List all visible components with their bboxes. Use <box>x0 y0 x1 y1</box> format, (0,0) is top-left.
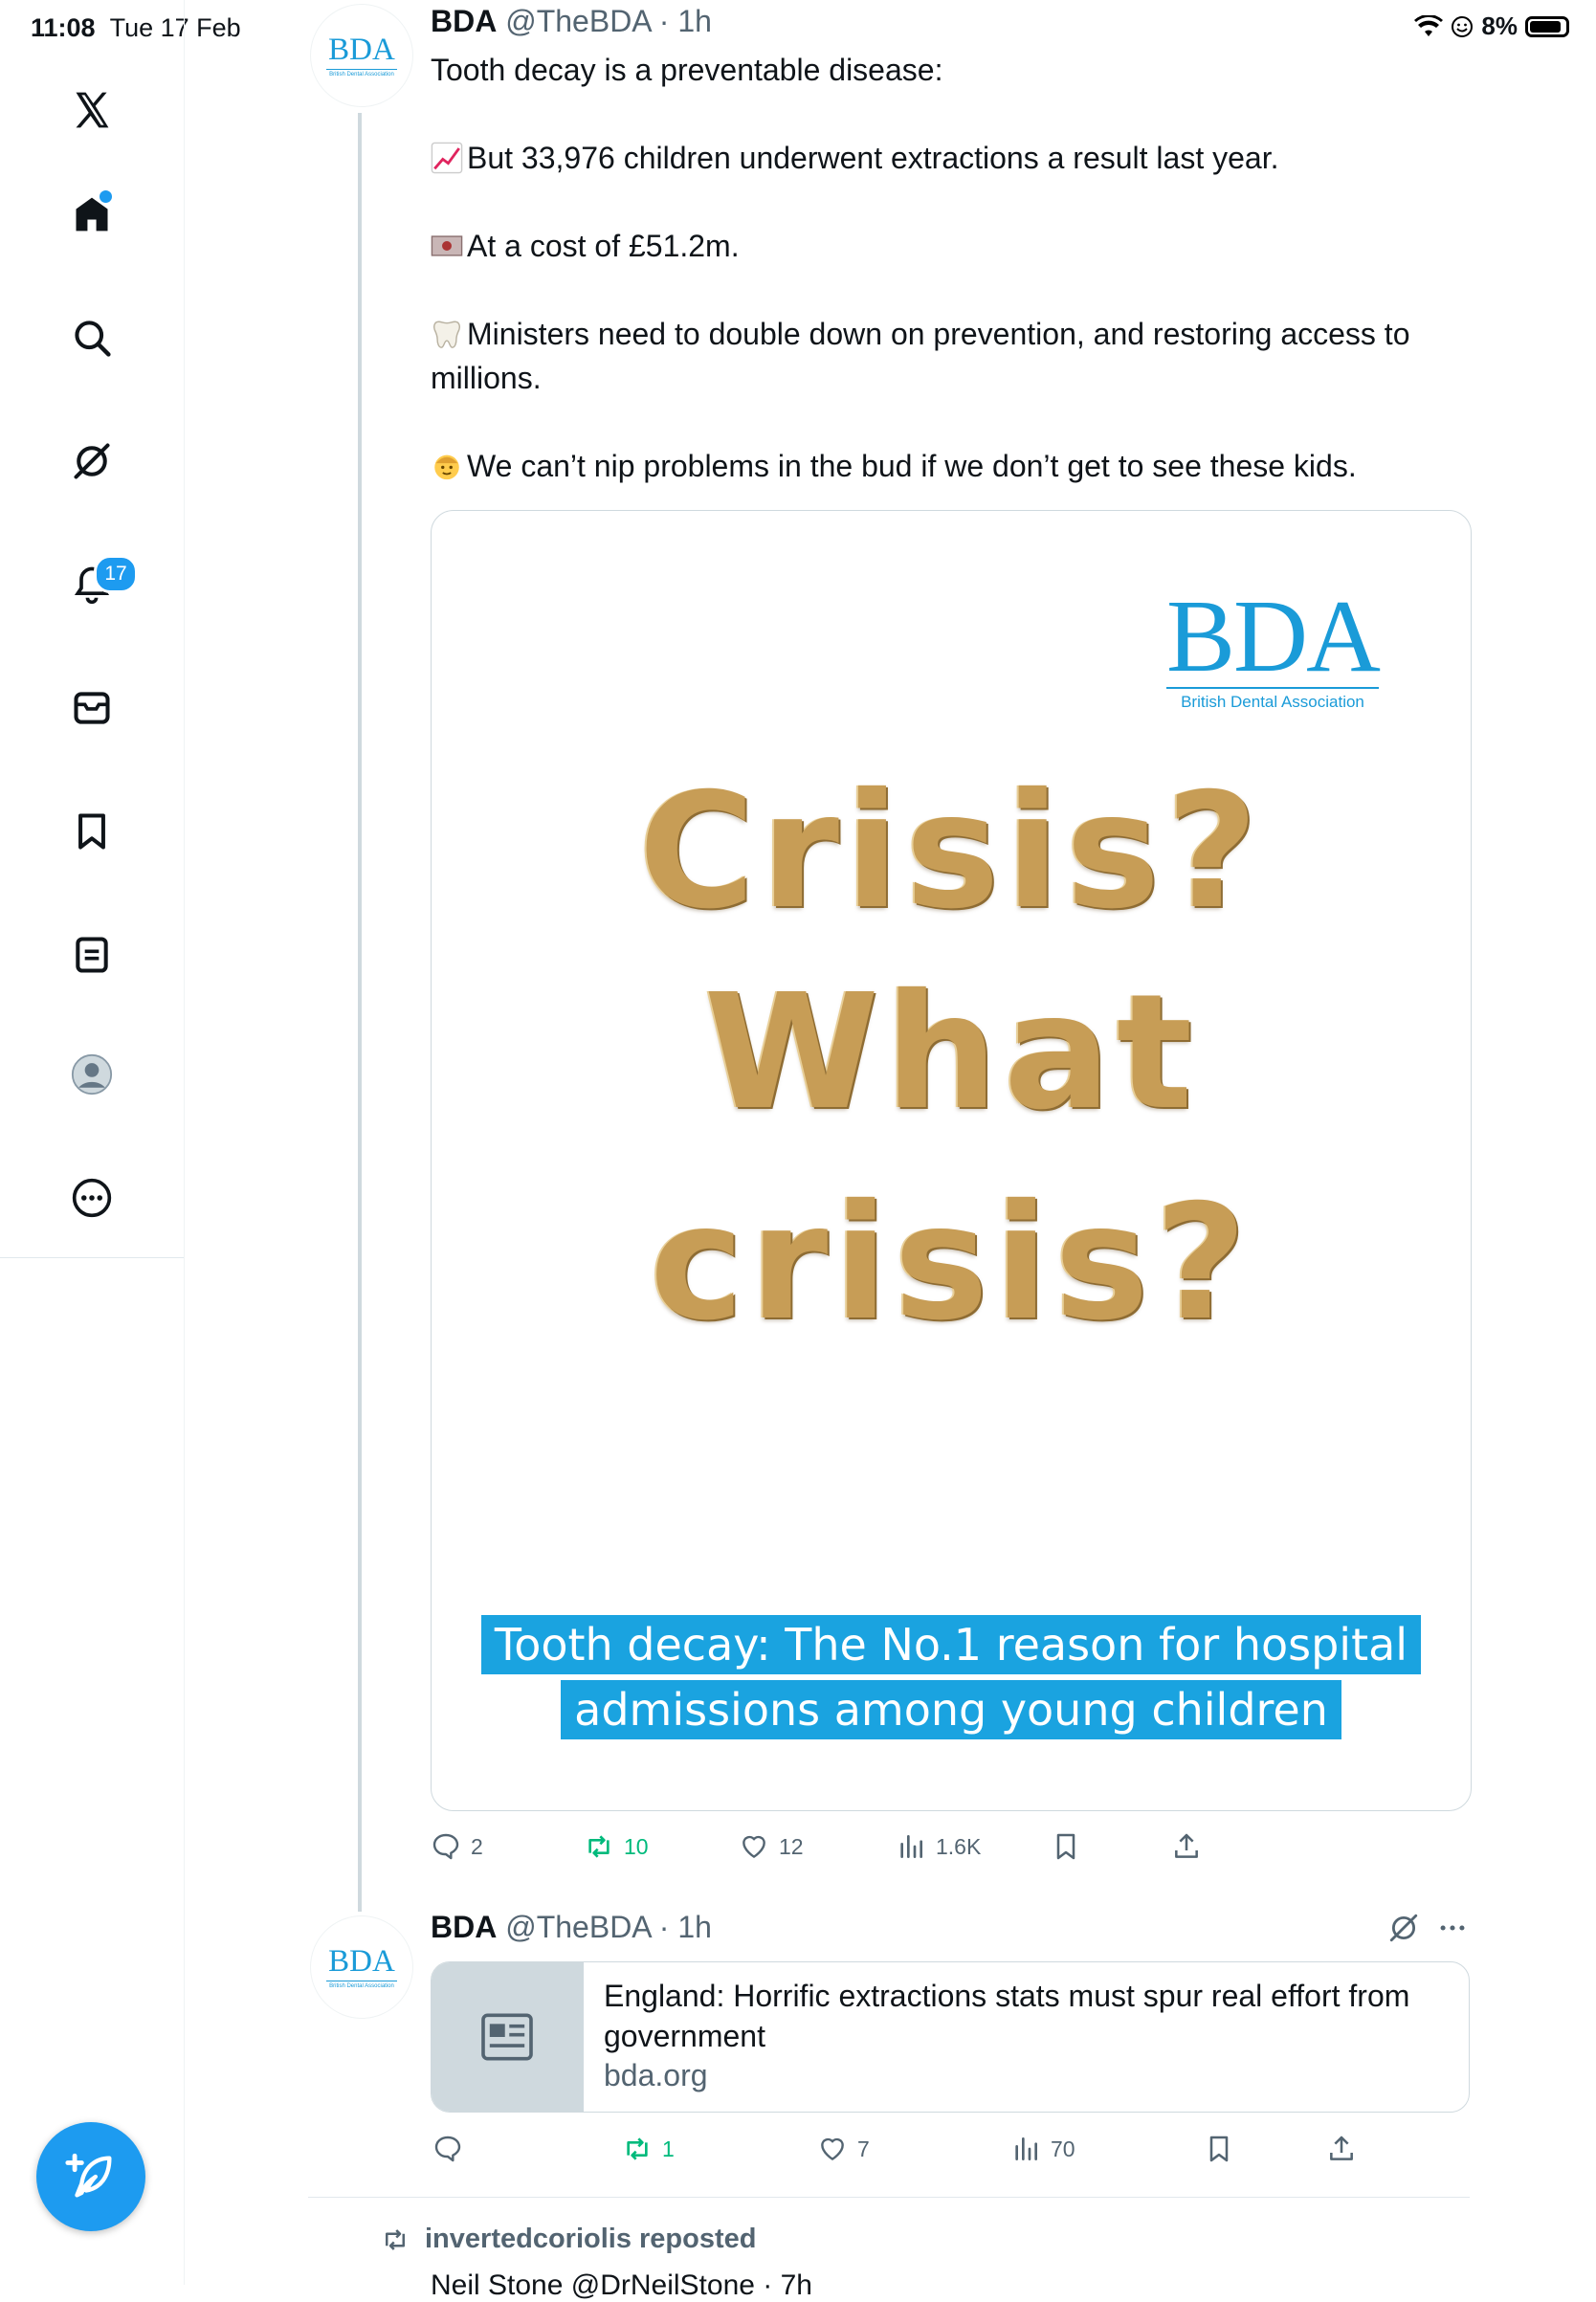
tweet-line: We can’t nip problems in the bud if we d… <box>467 449 1357 483</box>
image-banner-line2: admissions among young children <box>432 1680 1471 1739</box>
bookmarks-icon[interactable] <box>68 808 116 855</box>
link-domain: bda.org <box>604 2058 708 2092</box>
share-button[interactable] <box>1171 1831 1202 1862</box>
tweet-header: BDA @TheBDA · 1h <box>431 4 712 39</box>
link-title: England: Horrific extractions stats must… <box>604 1979 1410 2053</box>
status-indicators: 8% <box>1414 11 1569 41</box>
child-face-icon <box>434 454 459 480</box>
author-name[interactable]: BDA <box>431 4 497 38</box>
share-icon <box>1330 2136 1353 2160</box>
lists-icon[interactable] <box>68 931 116 979</box>
notifications-badge: 17 <box>94 555 138 593</box>
heart-icon <box>743 1835 765 1858</box>
wifi-icon <box>1414 14 1444 36</box>
share-button[interactable] <box>1326 2134 1357 2164</box>
battery-icon <box>1525 15 1569 37</box>
tweet-actions: 1 7 70 <box>432 2134 1475 2172</box>
bookmark-icon <box>1209 2136 1229 2162</box>
bookmark-icon <box>1056 1833 1075 1860</box>
image-word-crisis: Crisis? <box>638 760 1264 944</box>
image-banner-line1: Tooth decay: The No.1 reason for hospita… <box>432 1615 1471 1674</box>
repost-icon <box>386 2228 405 2250</box>
author-handle-time[interactable]: @TheBDA · 1h <box>505 4 712 38</box>
grok-explain-icon[interactable] <box>1387 1912 1420 1944</box>
repost-icon <box>588 1835 610 1858</box>
article-placeholder-icon <box>432 1962 584 2112</box>
repost-button[interactable]: 10 <box>584 1831 649 1862</box>
battery-percent: 8% <box>1481 11 1518 40</box>
author-handle-time[interactable]: @TheBDA · 1h <box>505 1910 712 1944</box>
like-button[interactable]: 7 <box>817 2134 870 2164</box>
grok-icon[interactable] <box>68 437 116 485</box>
reply-icon <box>434 2136 461 2162</box>
chart-increasing-icon <box>431 142 463 174</box>
author-avatar[interactable]: BDA British Dental Association <box>310 4 413 107</box>
link-preview-card[interactable]: England: Horrific extractions stats must… <box>431 1961 1470 2113</box>
views-chart-icon <box>900 1835 922 1858</box>
sidebar: 17 <box>0 0 185 2285</box>
tweet-image[interactable]: BDA British Dental Association Crisis? W… <box>431 510 1472 1811</box>
bookmark-button[interactable] <box>1204 2134 1234 2164</box>
thread-connector-line <box>358 113 362 1912</box>
feather-plus-icon <box>65 2153 112 2198</box>
home-new-dot <box>98 188 114 205</box>
tweet-separator <box>308 2197 1470 2198</box>
smiley-icon <box>1452 15 1474 37</box>
tweet-text: Tooth decay is a preventable disease: Bu… <box>431 48 1464 488</box>
tweet-line: Ministers need to double down on prevent… <box>431 317 1410 395</box>
tweet-line: At a cost of £51.2m. <box>467 229 740 263</box>
more-options-icon[interactable] <box>1435 1912 1470 1944</box>
sidebar-divider <box>0 1257 184 1258</box>
reply-button[interactable] <box>432 2134 473 2164</box>
repost-notice[interactable]: invertedcoriolis reposted <box>379 2224 757 2255</box>
profile-icon[interactable] <box>68 1051 116 1098</box>
reply-icon <box>432 1833 459 1860</box>
search-icon[interactable] <box>68 314 116 362</box>
compose-post-button[interactable] <box>36 2122 145 2231</box>
views-chart-icon <box>1015 2137 1037 2160</box>
views-button[interactable]: 70 <box>1010 2134 1075 2164</box>
home-icon[interactable] <box>68 188 116 238</box>
repost-button[interactable]: 1 <box>622 2134 675 2164</box>
reply-button[interactable]: 2 <box>431 1831 483 1862</box>
bda-logo: BDA British Dental Association <box>1165 580 1381 711</box>
more-icon[interactable] <box>68 1174 116 1222</box>
messages-icon[interactable] <box>68 684 116 732</box>
image-word-what: What <box>703 961 1199 1145</box>
repost-icon <box>627 2137 648 2160</box>
bookmark-button[interactable] <box>1051 1831 1081 1862</box>
tweet-actions: 2 10 12 1.6K <box>431 1831 1474 1870</box>
tweet-line: But 33,976 children underwent extraction… <box>467 141 1279 175</box>
author-name[interactable]: BDA <box>431 1910 497 1944</box>
tweet-line: Tooth decay is a preventable disease: <box>431 53 943 87</box>
x-logo-icon[interactable] <box>68 86 116 134</box>
share-icon <box>1175 1833 1198 1858</box>
tweet-header: BDA @TheBDA · 1h <box>431 1910 712 1945</box>
author-avatar[interactable]: BDA British Dental Association <box>310 1915 413 2019</box>
tooth-icon <box>433 321 460 348</box>
money-icon <box>431 235 463 256</box>
next-tweet-header[interactable]: Neil Stone @DrNeilStone · 7h <box>431 2269 812 2302</box>
image-word-crisis-2: crisis? <box>650 1171 1252 1356</box>
like-button[interactable]: 12 <box>739 1831 804 1862</box>
heart-icon <box>821 2137 844 2160</box>
views-button[interactable]: 1.6K <box>896 1831 981 1862</box>
